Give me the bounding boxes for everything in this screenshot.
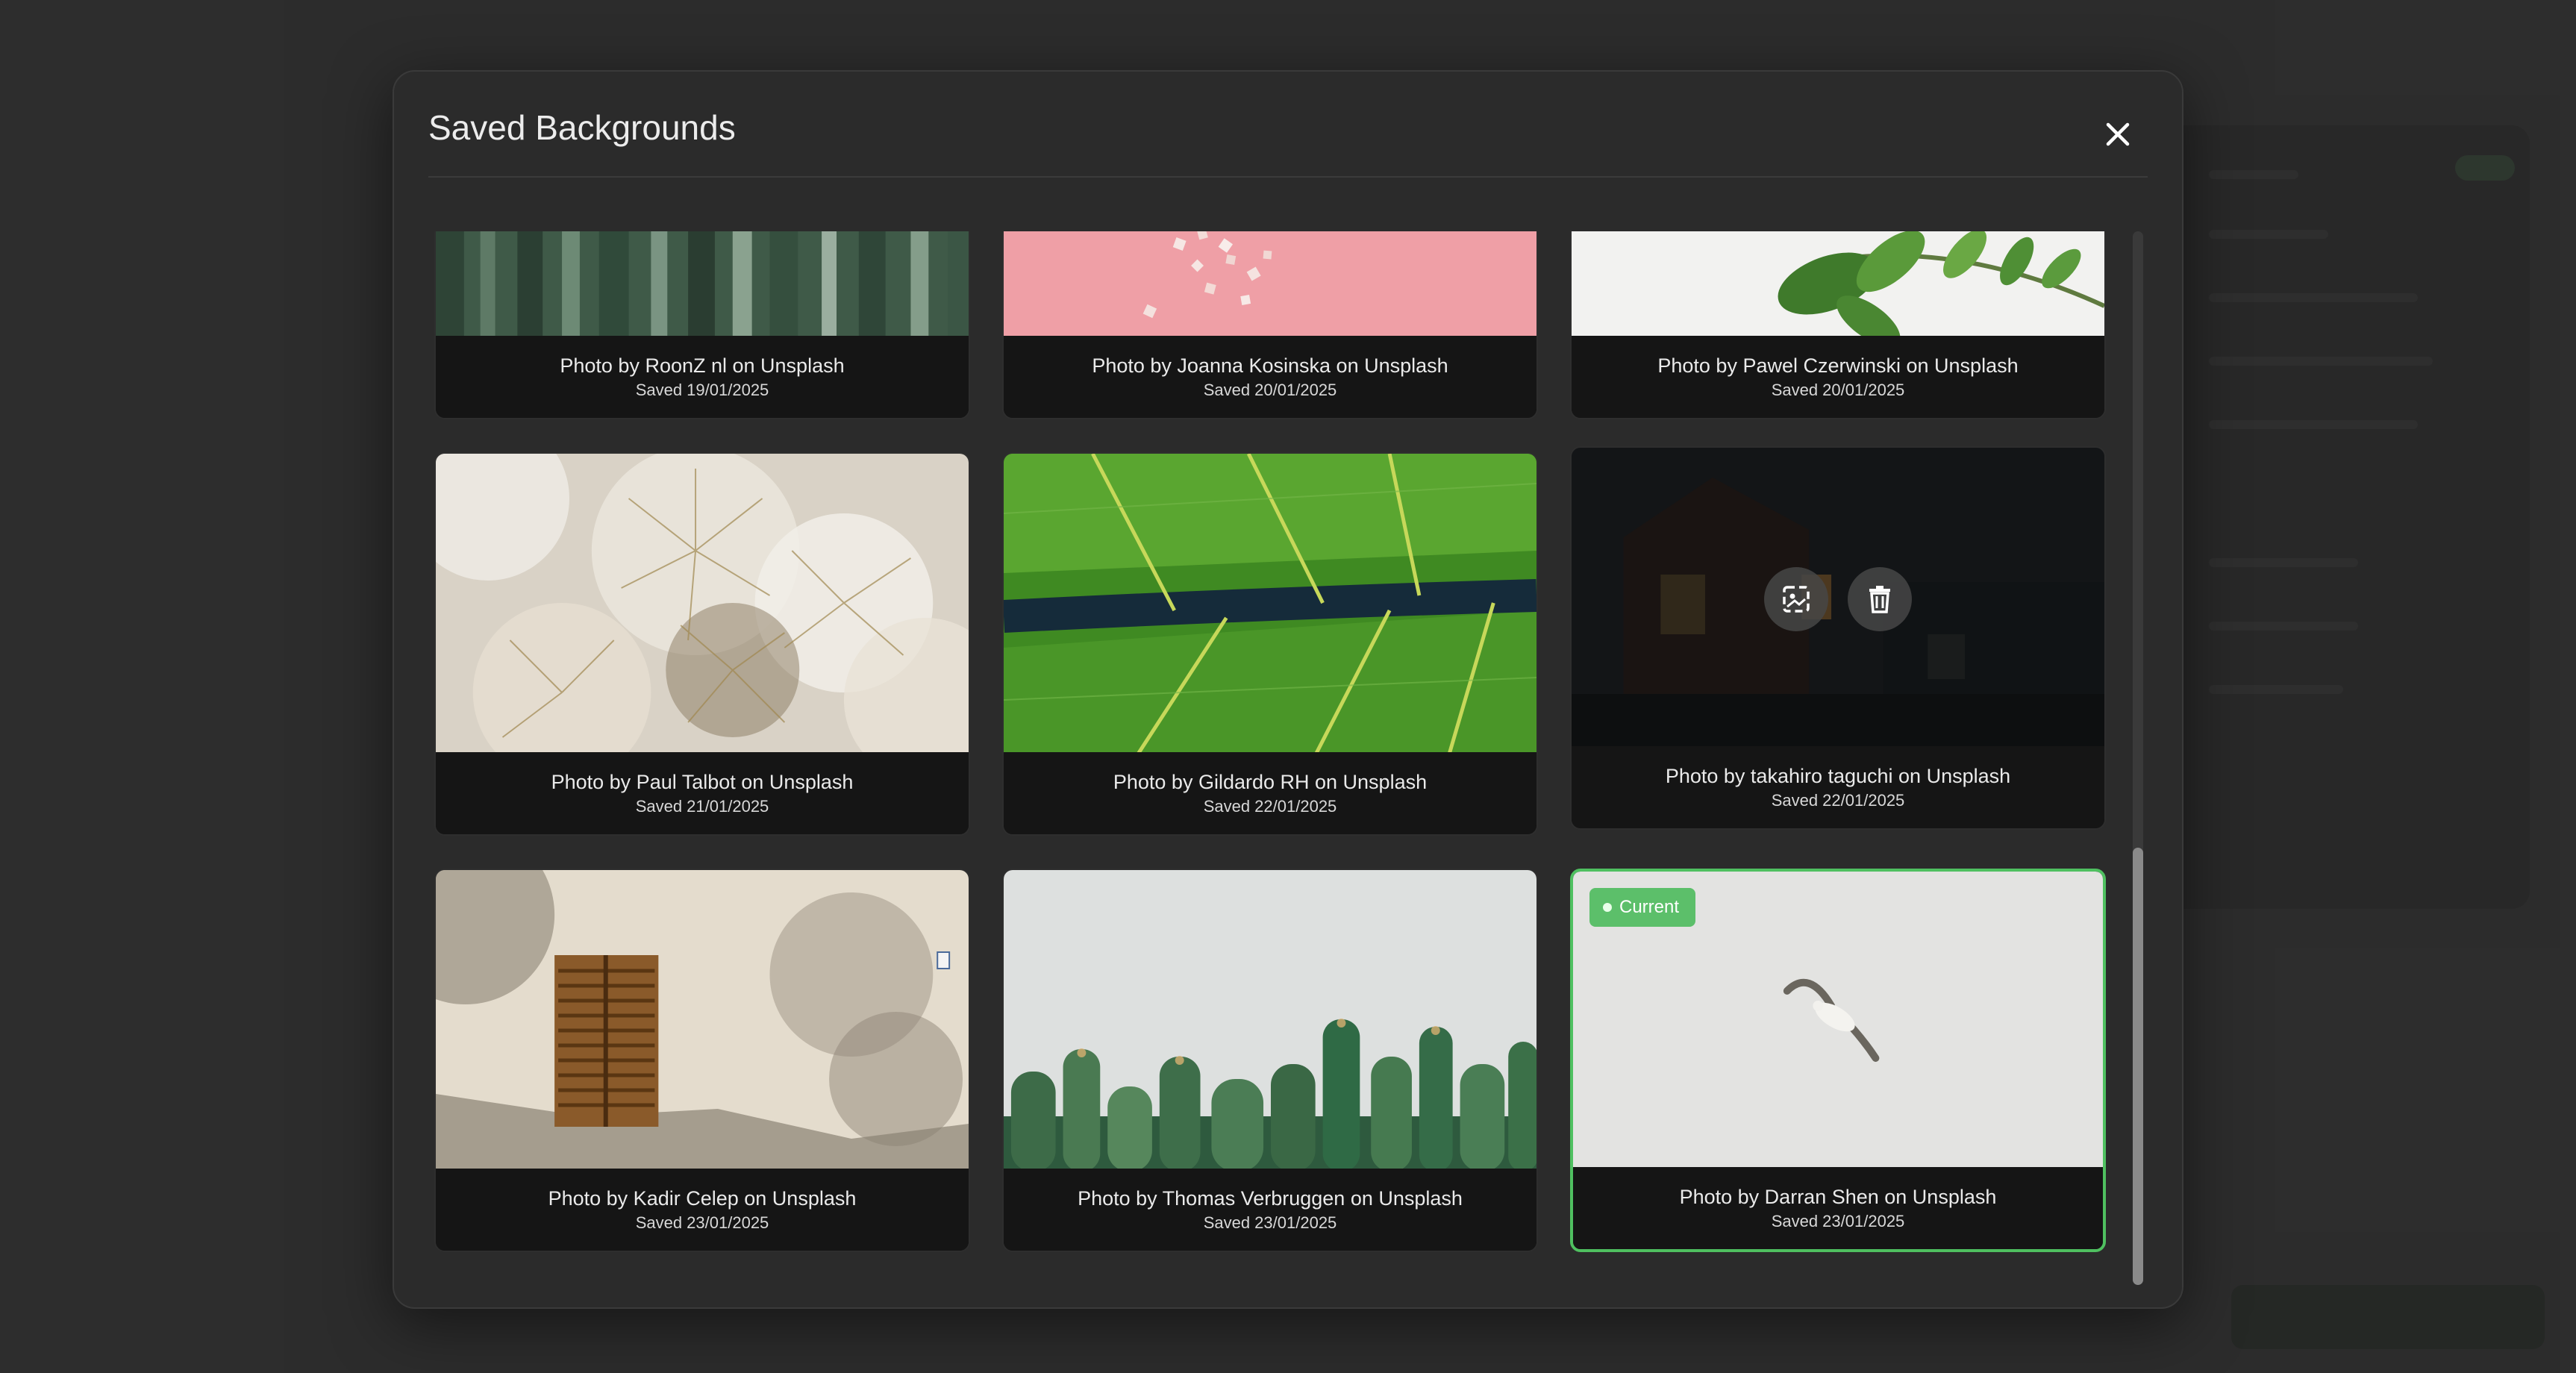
card-actions <box>1572 567 2104 631</box>
background-card[interactable]: Photo by Paul Talbot on Unsplash Saved 2… <box>434 452 970 836</box>
close-icon <box>2106 122 2130 146</box>
delete-button[interactable] <box>1848 567 1912 631</box>
modal-title: Saved Backgrounds <box>428 108 736 147</box>
photo-credit: Photo by Darran Shen on Unsplash <box>1679 1186 1997 1208</box>
background-card-current[interactable]: Current Photo by Darran Shen on Unsplash… <box>1570 869 2106 1252</box>
photo-credit: Photo by Pawel Czerwinski on Unsplash <box>1657 354 2019 377</box>
background-card[interactable]: Photo by RoonZ nl on Unsplash Saved 19/0… <box>434 231 970 419</box>
background-caption: Photo by Kadir Celep on Unsplash Saved 2… <box>436 1169 969 1251</box>
saved-date: Saved 22/01/2025 <box>1203 797 1337 816</box>
background-thumbnail <box>1004 231 1536 339</box>
saved-backgrounds-modal: Saved Backgrounds Photo by RoonZ nl on U… <box>393 70 2183 1309</box>
saved-date: Saved 22/01/2025 <box>1771 791 1905 810</box>
saved-date: Saved 23/01/2025 <box>635 1213 769 1232</box>
background-caption: Photo by takahiro taguchi on Unsplash Sa… <box>1572 746 2104 828</box>
scrollbar-thumb[interactable] <box>2133 848 2143 1285</box>
header-divider <box>428 176 2148 178</box>
saved-date: Saved 21/01/2025 <box>635 797 769 816</box>
background-caption: Photo by Darran Shen on Unsplash Saved 2… <box>1573 1167 2103 1249</box>
background-thumbnail <box>1572 231 2104 339</box>
saved-date: Saved 23/01/2025 <box>1771 1212 1905 1230</box>
background-thumbnail <box>1004 454 1536 755</box>
set-background-icon <box>1783 586 1810 613</box>
photo-credit: Photo by Gildardo RH on Unsplash <box>1113 771 1428 793</box>
background-caption: Photo by Gildardo RH on Unsplash Saved 2… <box>1004 752 1536 834</box>
background-thumbnail <box>1004 870 1536 1172</box>
backgrounds-grid[interactable]: Photo by RoonZ nl on Unsplash Saved 19/0… <box>434 231 2142 1285</box>
saved-date: Saved 19/01/2025 <box>635 381 769 399</box>
photo-credit: Photo by Thomas Verbruggen on Unsplash <box>1078 1187 1463 1210</box>
photo-credit: Photo by Joanna Kosinska on Unsplash <box>1092 354 1448 377</box>
background-card[interactable]: Photo by Gildardo RH on Unsplash Saved 2… <box>1002 452 1538 836</box>
current-badge-label: Current <box>1619 897 1680 917</box>
status-dot-icon <box>1603 903 1612 912</box>
set-background-button[interactable] <box>1764 567 1828 631</box>
saved-date: Saved 23/01/2025 <box>1203 1213 1337 1232</box>
photo-credit: Photo by Paul Talbot on Unsplash <box>551 771 854 793</box>
background-thumbnail <box>436 454 969 755</box>
photo-credit: Photo by takahiro taguchi on Unsplash <box>1665 765 2011 787</box>
photo-credit: Photo by Kadir Celep on Unsplash <box>548 1187 857 1210</box>
background-caption: Photo by RoonZ nl on Unsplash Saved 19/0… <box>436 336 969 418</box>
saved-date: Saved 20/01/2025 <box>1771 381 1905 399</box>
background-card[interactable]: Photo by Thomas Verbruggen on Unsplash S… <box>1002 869 1538 1252</box>
close-button[interactable] <box>2094 110 2142 158</box>
scrollbar-track[interactable] <box>2133 231 2143 1285</box>
background-card[interactable]: Photo by Joanna Kosinska on Unsplash Sav… <box>1002 231 1538 419</box>
trash-icon <box>1869 586 1890 613</box>
background-caption: Photo by Thomas Verbruggen on Unsplash S… <box>1004 1169 1536 1251</box>
background-card[interactable]: Photo by Pawel Czerwinski on Unsplash Sa… <box>1570 231 2106 419</box>
background-card[interactable]: Photo by takahiro taguchi on Unsplash Sa… <box>1570 446 2106 830</box>
background-card[interactable]: Photo by Kadir Celep on Unsplash Saved 2… <box>434 869 970 1252</box>
background-caption: Photo by Joanna Kosinska on Unsplash Sav… <box>1004 336 1536 418</box>
background-thumbnail <box>436 870 969 1172</box>
background-caption: Photo by Paul Talbot on Unsplash Saved 2… <box>436 752 969 834</box>
photo-credit: Photo by RoonZ nl on Unsplash <box>560 354 845 377</box>
background-caption: Photo by Pawel Czerwinski on Unsplash Sa… <box>1572 336 2104 418</box>
current-badge: Current <box>1589 888 1696 927</box>
background-thumbnail <box>436 231 969 339</box>
saved-date: Saved 20/01/2025 <box>1203 381 1337 399</box>
